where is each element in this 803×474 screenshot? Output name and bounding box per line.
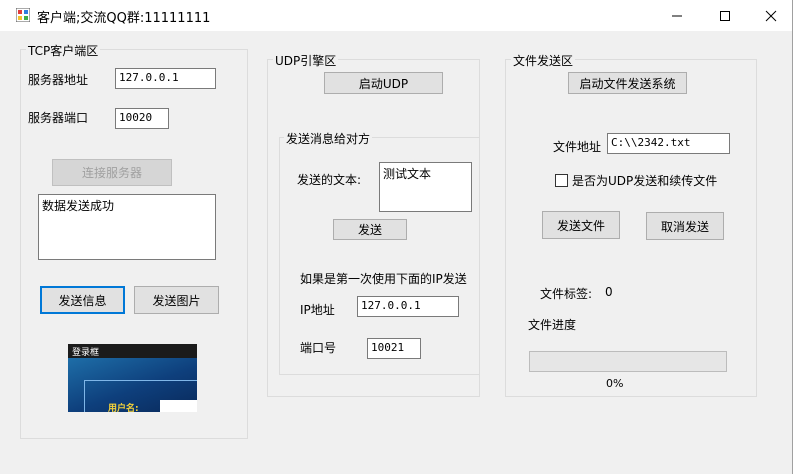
file-progress-label: 文件进度 bbox=[528, 318, 577, 332]
minimize-button[interactable] bbox=[654, 0, 700, 31]
send-text-textbox[interactable]: 测试文本 bbox=[379, 162, 472, 212]
file-progress-percent: 0% bbox=[606, 377, 624, 390]
preview-header-text: 登录框 bbox=[72, 348, 100, 358]
maximize-icon bbox=[720, 10, 730, 21]
tcp-group-title: TCP客户端区 bbox=[26, 42, 101, 59]
app-icon bbox=[16, 8, 30, 22]
udp-resume-checkbox[interactable] bbox=[555, 174, 568, 187]
send-info-button[interactable]: 发送信息 bbox=[40, 286, 125, 314]
port-label: 端口号 bbox=[300, 341, 337, 355]
server-port-label: 服务器端口 bbox=[28, 111, 89, 125]
server-port-input[interactable]: 10020 bbox=[115, 108, 169, 129]
connect-server-button[interactable]: 连接服务器 bbox=[52, 159, 172, 186]
title-bar[interactable]: 客户端;交流QQ群:11111111 bbox=[0, 0, 792, 31]
image-preview: 登录框 用户名: bbox=[68, 344, 197, 412]
send-text-label: 发送的文本: bbox=[297, 173, 362, 187]
udp-resume-label[interactable]: 是否为UDP发送和续传文件 bbox=[572, 172, 717, 189]
minimize-icon bbox=[672, 15, 682, 16]
ip-address-label: IP地址 bbox=[300, 303, 335, 317]
file-group-title: 文件发送区 bbox=[511, 52, 576, 69]
file-progress-bar bbox=[529, 351, 727, 372]
window-title: 客户端;交流QQ群:11111111 bbox=[37, 11, 211, 26]
close-button[interactable] bbox=[748, 0, 794, 31]
udp-group-title: UDP引擎区 bbox=[273, 52, 339, 69]
server-address-input[interactable]: 127.0.0.1 bbox=[115, 68, 216, 89]
send-message-group-title: 发送消息给对方 bbox=[284, 130, 373, 147]
file-address-label: 文件地址 bbox=[553, 140, 602, 154]
maximize-button[interactable] bbox=[702, 0, 748, 31]
cancel-send-button[interactable]: 取消发送 bbox=[646, 212, 724, 240]
first-time-note: 如果是第一次使用下面的IP发送 bbox=[300, 272, 467, 286]
background-window-edge bbox=[793, 0, 803, 474]
preview-field-label: 用户名: bbox=[108, 404, 139, 412]
send-file-button[interactable]: 发送文件 bbox=[542, 211, 620, 239]
server-address-label: 服务器地址 bbox=[28, 73, 89, 87]
start-udp-button[interactable]: 启动UDP bbox=[324, 72, 443, 94]
send-image-button[interactable]: 发送图片 bbox=[134, 286, 219, 314]
file-address-input[interactable]: C:\\2342.txt bbox=[607, 133, 730, 154]
app-window: 客户端;交流QQ群:11111111 TCP客户端区 服务器地址 127.0.0… bbox=[0, 0, 793, 474]
file-tag-label: 文件标签: bbox=[540, 287, 593, 301]
start-file-system-button[interactable]: 启动文件发送系统 bbox=[568, 72, 687, 94]
udp-send-button[interactable]: 发送 bbox=[333, 219, 407, 240]
preview-field-box bbox=[160, 400, 197, 412]
tcp-message-textbox[interactable]: 数据发送成功 bbox=[38, 194, 216, 260]
port-input[interactable]: 10021 bbox=[367, 338, 421, 359]
file-tag-value: 0 bbox=[605, 285, 613, 299]
close-icon bbox=[765, 10, 777, 21]
ip-address-input[interactable]: 127.0.0.1 bbox=[357, 296, 459, 317]
